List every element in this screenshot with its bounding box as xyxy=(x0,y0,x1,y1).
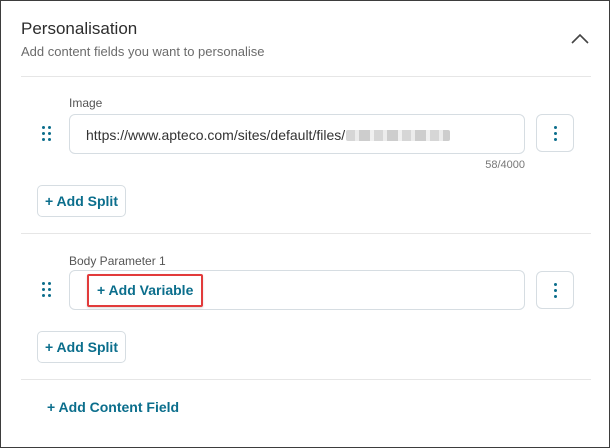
field-label-body-parameter: Body Parameter 1 xyxy=(69,254,166,268)
personalisation-panel: Personalisation Add content fields you w… xyxy=(0,0,610,448)
add-split-button[interactable]: + Add Split xyxy=(37,185,126,217)
drag-handle-icon[interactable] xyxy=(41,281,53,299)
header-divider xyxy=(21,76,591,77)
field-divider xyxy=(21,233,591,234)
drag-handle-icon[interactable] xyxy=(41,125,53,143)
image-url-input[interactable]: https://www.apteco.com/sites/default/fil… xyxy=(69,114,525,154)
kebab-menu-icon[interactable] xyxy=(536,271,574,309)
field-label-image: Image xyxy=(69,96,103,110)
section-title: Personalisation xyxy=(21,19,138,38)
add-content-field-link[interactable]: + Add Content Field xyxy=(47,399,179,415)
add-variable-button[interactable]: + Add Variable xyxy=(87,274,204,307)
image-url-text: https://www.apteco.com/sites/default/fil… xyxy=(86,127,346,143)
image-url-value: https://www.apteco.com/sites/default/fil… xyxy=(86,127,451,143)
footer-divider xyxy=(21,379,591,380)
kebab-menu-icon[interactable] xyxy=(536,114,574,152)
chevron-up-icon[interactable] xyxy=(570,31,590,45)
character-counter: 58/4000 xyxy=(485,159,525,171)
section-subtitle: Add content fields you want to personali… xyxy=(21,44,265,59)
redacted-text xyxy=(346,130,451,141)
add-split-button[interactable]: + Add Split xyxy=(37,331,126,363)
